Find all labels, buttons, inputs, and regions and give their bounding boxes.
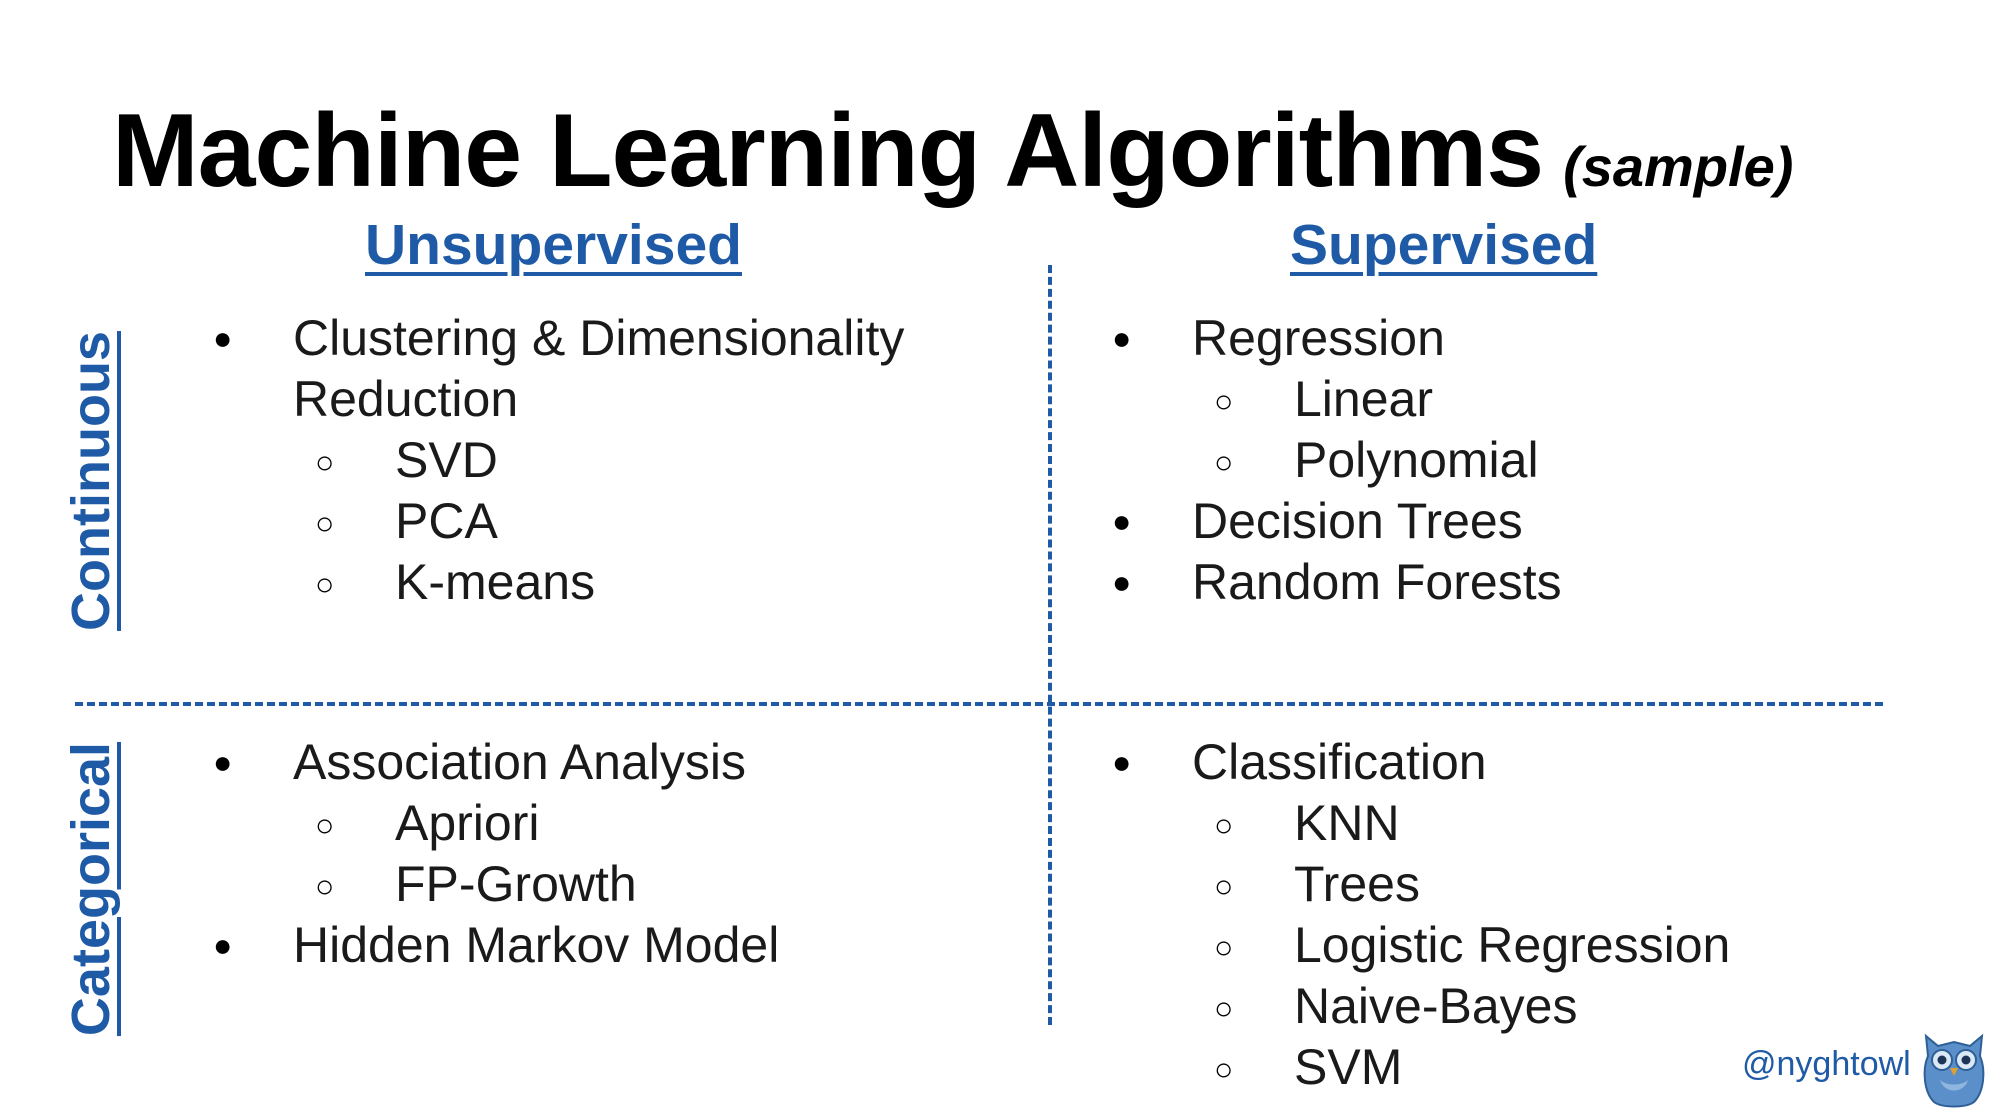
list-item: Reduction	[293, 371, 519, 427]
owl-icon	[1923, 1033, 1985, 1108]
quadrant-categorical-supervised: ClassificationKNNTreesLogistic Regressio…	[1112, 732, 1872, 1100]
quadrant-continuous-supervised: RegressionLinearPolynomialDecision Trees…	[1112, 308, 1872, 613]
sub-list-item: PCA	[213, 491, 973, 554]
list-item: Clustering & Dimensionality	[213, 308, 973, 369]
sub-list-item: K-means	[213, 552, 973, 615]
sub-list-item: Trees	[1112, 854, 1872, 917]
title-text: Machine Learning Algorithms	[112, 93, 1544, 209]
title-subtitle: (sample)	[1563, 135, 1794, 198]
horizontal-divider	[75, 702, 1883, 706]
list-item: Hidden Markov Model	[213, 915, 973, 976]
sub-list-item: Polynomial	[1112, 430, 1872, 493]
list-item: Association Analysis	[213, 732, 973, 793]
sub-list-item: Apriori	[213, 793, 973, 856]
sub-list-item: Linear	[1112, 369, 1872, 432]
row-header-continuous: Continuous	[61, 331, 121, 631]
quadrant-categorical-unsupervised: Association AnalysisAprioriFP-GrowthHidd…	[213, 732, 973, 976]
sub-list-item: Logistic Regression	[1112, 915, 1872, 978]
list-item: Regression	[1112, 308, 1872, 369]
column-header-unsupervised: Unsupervised	[365, 213, 742, 277]
list-item: Classification	[1112, 732, 1872, 793]
sub-list-item: FP-Growth	[213, 854, 973, 917]
column-header-supervised: Supervised	[1290, 213, 1598, 277]
list-item: Decision Trees	[1112, 491, 1872, 552]
sub-list-item: Naive-Bayes	[1112, 976, 1872, 1039]
vertical-divider	[1048, 265, 1052, 1025]
sub-list-item: KNN	[1112, 793, 1872, 856]
author-handle: @nyghtowl	[1742, 1045, 1911, 1083]
sub-list-item: SVD	[213, 430, 973, 493]
page-title: Machine Learning Algorithms (sample)	[112, 92, 1793, 211]
list-item: Random Forests	[1112, 552, 1872, 613]
row-header-categorical: Categorical	[61, 741, 121, 1037]
quadrant-continuous-unsupervised: Clustering & DimensionalityReductionSVDP…	[213, 308, 973, 615]
